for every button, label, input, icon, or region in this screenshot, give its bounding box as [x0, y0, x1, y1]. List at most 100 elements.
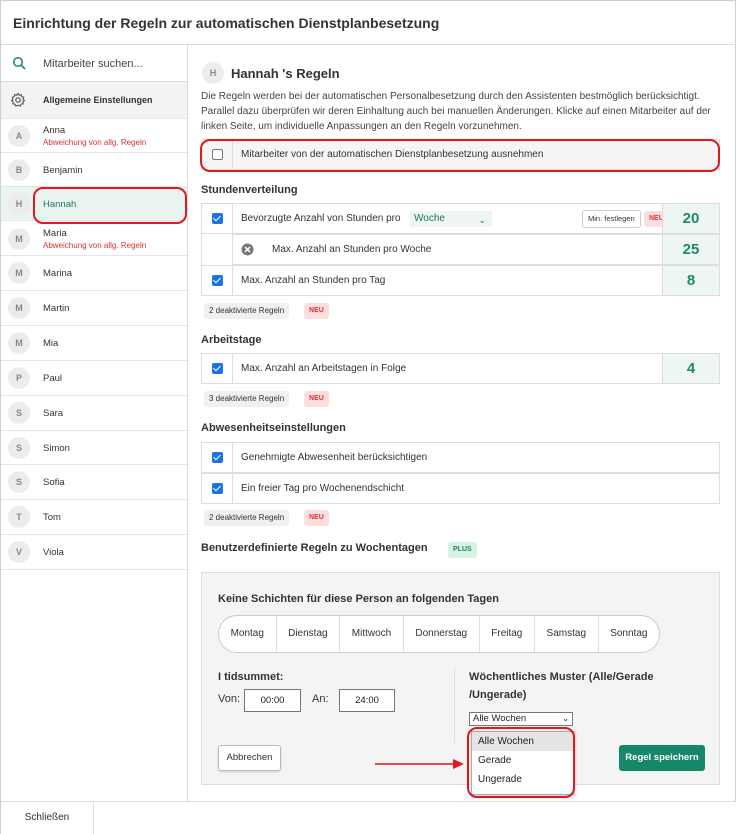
employee-name: Marina	[43, 268, 73, 279]
rule-max-hours-day[interactable]: Max. Anzahl an Stunden pro Tag 8	[201, 265, 720, 296]
max-hours-day-value[interactable]: 8	[662, 266, 719, 295]
employee-name: Simon	[43, 443, 70, 454]
section-heading-custom: Benutzerdefinierte Regeln zu Wochentagen	[201, 542, 428, 554]
avatar: M	[8, 262, 30, 284]
period-select[interactable]: Woche ⌄	[410, 211, 492, 227]
free-day-checkbox[interactable]	[212, 483, 223, 494]
remove-icon[interactable]	[241, 243, 254, 256]
rules-description: Die Regeln werden bei der automatischen …	[201, 91, 711, 132]
new-badge: NEU	[304, 303, 329, 319]
day-sunday[interactable]: Sonntag	[599, 616, 659, 652]
employee-name: Mia	[43, 338, 59, 349]
deviation-note: Abweichung von allg. Regeln	[43, 241, 147, 250]
sidebar-item-hannah[interactable]: H Hannah	[1, 187, 187, 221]
employee-name: Sofia	[43, 477, 65, 488]
preferred-hours-value[interactable]: 20	[662, 204, 719, 233]
rule-label: Max. Anzahl an Arbeitstagen in Folge	[241, 363, 407, 374]
checkbox-cell	[202, 140, 233, 169]
to-time-input[interactable]: 24:00	[339, 689, 395, 712]
deactivated-rules-link[interactable]: 2 deaktivierte Regeln	[204, 303, 290, 319]
dialog: Einrichtung der Regeln zur automatischen…	[0, 0, 736, 834]
day-thursday[interactable]: Donnerstag	[404, 616, 480, 652]
rule-max-hours-week[interactable]: Max. Anzahl an Stunden pro Woche 25	[232, 234, 720, 265]
section-heading-arbeitstage: Arbeitstage	[201, 334, 262, 346]
divider	[454, 668, 455, 743]
chevron-down-icon: ⌄	[562, 714, 569, 723]
dialog-footer: Schließen	[1, 801, 736, 834]
day-tuesday[interactable]: Dienstag	[277, 616, 341, 652]
page-title: Hannah 's Regeln	[231, 66, 340, 81]
search-icon	[12, 56, 26, 70]
cancel-button[interactable]: Abbrechen	[218, 745, 281, 771]
week-pattern-dropdown: Alle Wochen Gerade Ungerade	[471, 731, 574, 795]
deviation-note: Abweichung von allg. Regeln	[43, 138, 147, 147]
max-hours-day-checkbox[interactable]	[212, 275, 223, 286]
max-hours-week-value[interactable]: 25	[662, 235, 719, 264]
option-even[interactable]: Gerade	[472, 751, 573, 770]
employee-search[interactable]: Mitarbeiter suchen...	[1, 45, 187, 82]
day-saturday[interactable]: Samstag	[535, 616, 599, 652]
new-badge: NEU	[304, 510, 329, 526]
sidebar-item-marina[interactable]: M Marina	[1, 256, 187, 291]
avatar: S	[8, 402, 30, 424]
day-friday[interactable]: Freitag	[480, 616, 535, 652]
max-days-value[interactable]: 4	[662, 354, 719, 383]
avatar: S	[8, 471, 30, 493]
avatar: M	[8, 228, 30, 250]
avatar: A	[8, 125, 30, 147]
sidebar-item-paul[interactable]: P Paul	[1, 361, 187, 396]
avatar: M	[8, 332, 30, 354]
rule-approved-absence[interactable]: Genehmigte Abwesenheit berücksichtigen	[201, 442, 720, 473]
dialog-header: Einrichtung der Regeln zur automatischen…	[1, 1, 736, 45]
sidebar-item-benjamin[interactable]: B Benjamin	[1, 153, 187, 187]
save-rule-button[interactable]: Regel speichern	[619, 745, 705, 771]
rule-preferred-hours[interactable]: Bevorzugte Anzahl von Stunden pro Woche …	[201, 203, 720, 234]
from-label: Von:	[218, 693, 241, 705]
sidebar-item-simon[interactable]: S Simon	[1, 431, 187, 465]
exclude-employee-rule[interactable]: Mitarbeiter von der automatischen Dienst…	[201, 139, 720, 170]
sidebar-item-sara[interactable]: S Sara	[1, 396, 187, 431]
sidebar-item-anna[interactable]: A Anna Abweichung von allg. Regeln	[1, 119, 187, 153]
deactivated-rules-link[interactable]: 2 deaktivierte Regeln	[204, 510, 290, 526]
sidebar-item-label: Allgemeine Einstellungen	[43, 95, 153, 105]
arrow-annotation-icon	[375, 759, 464, 769]
time-range-label: I tidsummet:	[218, 671, 284, 683]
section-heading-abwesenheit: Abwesenheitseinstellungen	[201, 422, 346, 434]
rule-free-day-weekend[interactable]: Ein freier Tag pro Wochenendschicht	[201, 473, 720, 504]
close-button[interactable]: Schließen	[1, 802, 94, 834]
avatar: B	[8, 159, 30, 181]
indent-spacer	[201, 234, 233, 265]
option-all-weeks[interactable]: Alle Wochen	[472, 732, 573, 751]
approved-absence-checkbox[interactable]	[212, 452, 223, 463]
from-time-input[interactable]: 00:00	[244, 689, 301, 712]
pattern-label: Wöchentliches Muster (Alle/Gerade	[469, 671, 654, 683]
sidebar-item-sofia[interactable]: S Sofia	[1, 465, 187, 500]
sidebar-item-maria[interactable]: M Maria Abweichung von allg. Regeln	[1, 221, 187, 256]
sidebar-item-mia[interactable]: M Mia	[1, 326, 187, 361]
rule-label: Genehmigte Abwesenheit berücksichtigen	[241, 452, 428, 463]
rule-label: Max. Anzahl an Stunden pro Tag	[241, 275, 386, 286]
rule-max-consecutive-days[interactable]: Max. Anzahl an Arbeitstagen in Folge 4	[201, 353, 720, 384]
week-pattern-select[interactable]: Alle Wochen ⌄	[469, 712, 573, 726]
dialog-title: Einrichtung der Regeln zur automatischen…	[13, 15, 440, 31]
deactivated-rules-link[interactable]: 3 deaktivierte Regeln	[204, 391, 290, 407]
weekday-selector: Montag Dienstag Mittwoch Donnerstag Frei…	[218, 615, 660, 653]
option-odd[interactable]: Ungerade	[472, 770, 573, 789]
max-days-checkbox[interactable]	[212, 363, 223, 374]
to-label: An:	[312, 693, 329, 705]
avatar: H	[8, 193, 30, 215]
sidebar-item-tom[interactable]: T Tom	[1, 500, 187, 535]
sidebar-item-viola[interactable]: V Viola	[1, 535, 187, 570]
preferred-hours-checkbox[interactable]	[212, 213, 223, 224]
employee-name: Hannah	[43, 199, 77, 210]
exclude-checkbox[interactable]	[212, 149, 223, 160]
day-monday[interactable]: Montag	[219, 616, 277, 652]
set-min-button[interactable]: Min. festlegen	[582, 210, 641, 228]
sidebar-item-general-settings[interactable]: Allgemeine Einstellungen	[1, 82, 187, 119]
period-select-value: Woche	[414, 213, 445, 224]
custom-rule-editor: Keine Schichten für diese Person an folg…	[201, 572, 720, 785]
avatar: H	[202, 62, 224, 84]
sidebar-item-martin[interactable]: M Martin	[1, 291, 187, 326]
new-badge: NEU	[304, 391, 329, 407]
day-wednesday[interactable]: Mittwoch	[340, 616, 404, 652]
